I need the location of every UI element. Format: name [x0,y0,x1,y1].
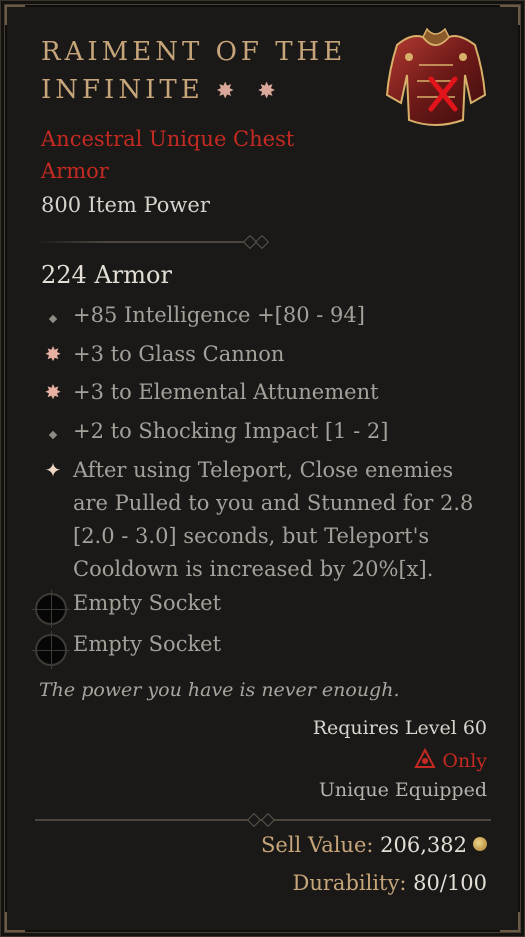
flavor-text: The power you have is never enough. [39,679,400,701]
divider-diamond-icon [254,234,270,250]
required-level: Requires Level 60 [312,717,487,739]
greater-affix-glyphs: ✸ ✸ [215,79,284,104]
frame-corner [5,912,25,932]
unique-equipped: Unique Equipped [318,779,487,801]
greater-affix-star-icon: ✸ [44,380,62,404]
durability-value: 80/100 [413,871,487,895]
class-only-label: Only [442,750,487,772]
durability: Durability: 80/100 [293,871,487,895]
sell-label: Sell Value: [261,833,374,857]
divider-diamond-icon [246,812,262,828]
item-tooltip: Raiment of the Infinite ✸ ✸ Ancestral Un… [0,0,525,937]
chest-armor-icon [385,27,487,126]
diamond-bullet-icon [41,415,65,448]
diamond-bullet-icon [41,299,65,332]
item-power: 800 Item Power [41,193,210,217]
frame-corner [5,5,25,25]
greater-affix-star-icon: ✸ [44,342,62,366]
item-name-text: Raiment of the Infinite [41,37,347,105]
empty-socket-icon[interactable] [32,590,70,628]
armor-value: 224 Armor [41,261,172,289]
socket-label: Empty Socket [73,591,222,615]
affix-text: +2 to Shocking Impact [1 - 2] [73,419,389,443]
sell-value: Sell Value: 206,382 [261,833,487,857]
divider [35,241,260,243]
frame-corner [500,912,520,932]
sorcerer-class-icon [414,748,437,768]
gold-coin-icon [473,837,487,851]
socket-label: Empty Socket [73,632,222,656]
affix-text: +3 to Glass Cannon [73,342,285,366]
durability-label: Durability: [292,871,407,895]
item-type: Ancestral Unique Chest Armor [41,127,295,183]
sell-amount: 206,382 [380,833,467,857]
class-restriction: Only [414,748,487,772]
frame-corner [500,5,520,25]
empty-socket-icon[interactable] [32,631,70,669]
affix-text: +3 to Elemental Attunement [73,380,379,404]
affix-text: +85 Intelligence +[80 - 94] [73,303,365,327]
item-name: Raiment of the Infinite ✸ ✸ [41,33,371,111]
divider-diamond-icon [260,812,276,828]
unique-power-text: After using Teleport, Close enemies are … [73,458,474,581]
unique-power-icon: ✦ [44,458,62,482]
